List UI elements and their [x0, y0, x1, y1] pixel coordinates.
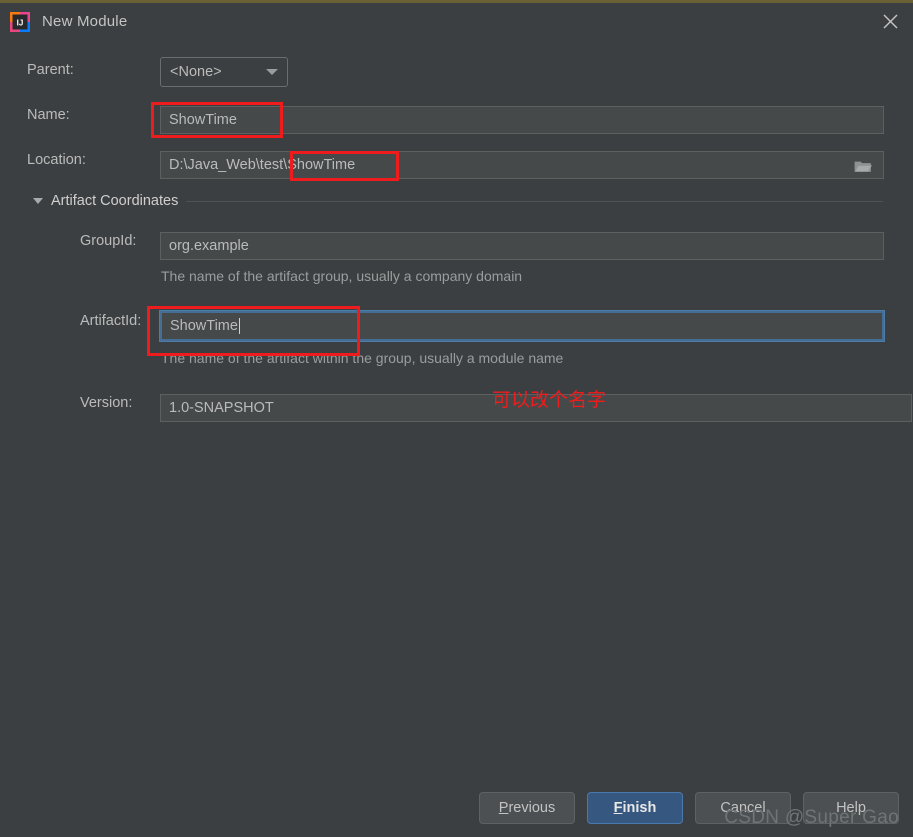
intellij-idea-icon: IJ: [10, 11, 30, 32]
dialog-title: New Module: [42, 13, 128, 30]
version-value: 1.0-SNAPSHOT: [169, 400, 274, 416]
svg-text:IJ: IJ: [17, 18, 24, 27]
name-input[interactable]: ShowTime: [160, 106, 884, 134]
dialog-body: Parent: <None> Name: ShowTime Location: …: [0, 40, 913, 837]
artifact-coordinates-section-header[interactable]: Artifact Coordinates: [33, 193, 883, 209]
name-label: Name:: [27, 107, 70, 123]
parent-combobox[interactable]: <None>: [160, 57, 288, 87]
finish-mnemonic: F: [613, 800, 623, 816]
artifactid-input[interactable]: ShowTime: [160, 311, 884, 341]
artifactid-label-row: ArtifactId:: [80, 313, 141, 329]
version-label-row: Version:: [80, 395, 132, 411]
artifactid-hint: The name of the artifact within the grou…: [161, 350, 564, 366]
previous-mnemonic: P: [498, 800, 509, 816]
folder-icon[interactable]: [845, 154, 881, 178]
previous-label-rest: revious: [508, 800, 556, 816]
parent-label-row: Parent:: [27, 62, 74, 78]
location-value: D:\Java_Web\test\ShowTime: [169, 157, 356, 173]
name-value: ShowTime: [169, 112, 237, 128]
parent-label: Parent:: [27, 62, 74, 78]
groupid-value: org.example: [169, 238, 249, 254]
previous-button[interactable]: Previous: [479, 792, 575, 824]
finish-button[interactable]: Finish: [587, 792, 683, 824]
groupid-hint: The name of the artifact group, usually …: [161, 268, 523, 284]
groupid-label: GroupId:: [80, 233, 137, 249]
annotation-note: 可以改个名字: [492, 389, 607, 411]
version-label: Version:: [80, 395, 133, 411]
new-module-dialog: IJ New Module Parent: <None> Name: ShowT…: [0, 0, 913, 837]
location-input[interactable]: D:\Java_Web\test\ShowTime: [160, 151, 884, 179]
parent-value: <None>: [170, 64, 222, 80]
section-separator: [186, 200, 883, 202]
title-bar: IJ New Module: [0, 3, 913, 40]
groupid-input[interactable]: org.example: [160, 232, 884, 260]
groupid-label-row: GroupId:: [80, 233, 136, 249]
close-icon[interactable]: [867, 3, 913, 40]
artifactid-value: ShowTime: [170, 318, 238, 334]
artifact-coordinates-title: Artifact Coordinates: [51, 193, 179, 209]
chevron-down-icon: [266, 69, 278, 75]
location-label-row: Location:: [27, 152, 86, 168]
location-label: Location:: [27, 152, 86, 168]
name-label-row: Name:: [27, 107, 70, 123]
finish-label-rest: inish: [622, 800, 657, 816]
triangle-down-icon: [33, 198, 43, 204]
artifactid-label: ArtifactId:: [80, 313, 142, 329]
watermark: CSDN @Super Gao: [724, 807, 899, 828]
text-caret: [238, 318, 240, 334]
